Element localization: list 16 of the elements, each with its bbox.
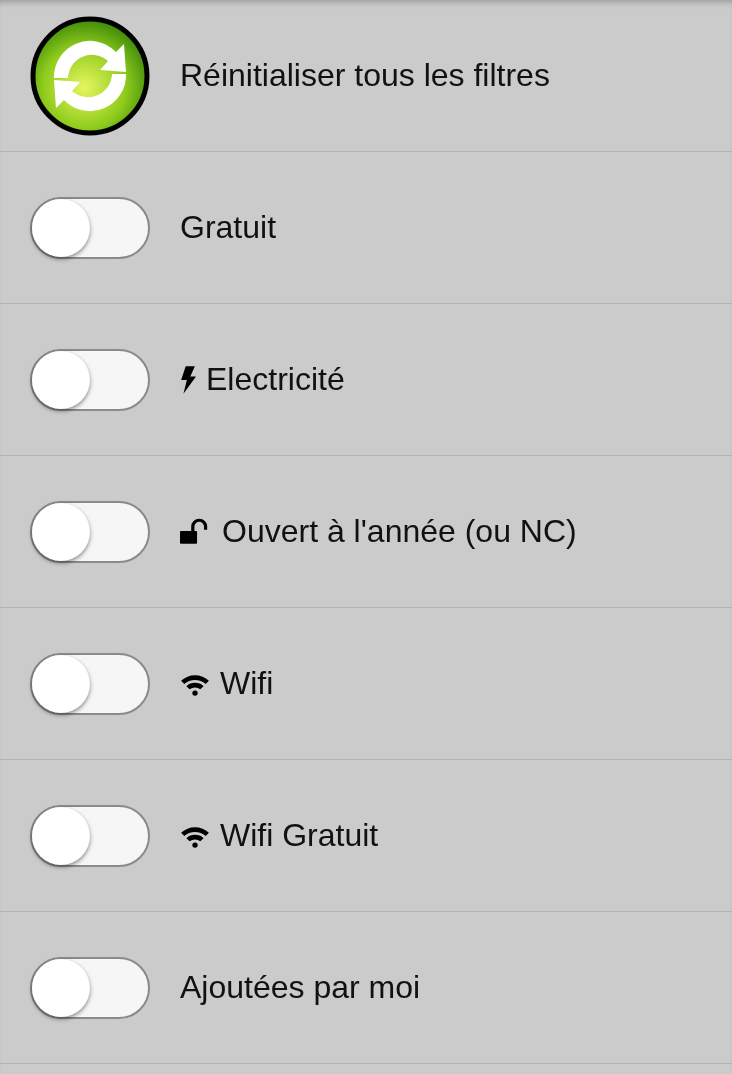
toggle-switch[interactable] [30, 804, 150, 867]
toggle-switch[interactable] [30, 348, 150, 411]
reset-filters-row[interactable]: Réinitialiser tous les filtres [0, 0, 732, 152]
refresh-icon [30, 15, 150, 136]
filter-label: Wifi Gratuit [220, 817, 379, 854]
filter-label: Ajoutées par moi [180, 969, 421, 1006]
toggle-switch[interactable] [30, 196, 150, 259]
toggle-switch[interactable] [30, 956, 150, 1019]
filter-label: Electricité [206, 361, 345, 398]
filter-label: Gratuit [180, 209, 277, 246]
filter-label: Wifi [220, 665, 274, 702]
reset-label: Réinitialiser tous les filtres [180, 57, 550, 94]
filter-label: Ouvert à l'année (ou NC) [222, 513, 577, 550]
lightning-icon [180, 365, 196, 394]
toggle-switch[interactable] [30, 652, 150, 715]
toggle-switch[interactable] [30, 500, 150, 563]
